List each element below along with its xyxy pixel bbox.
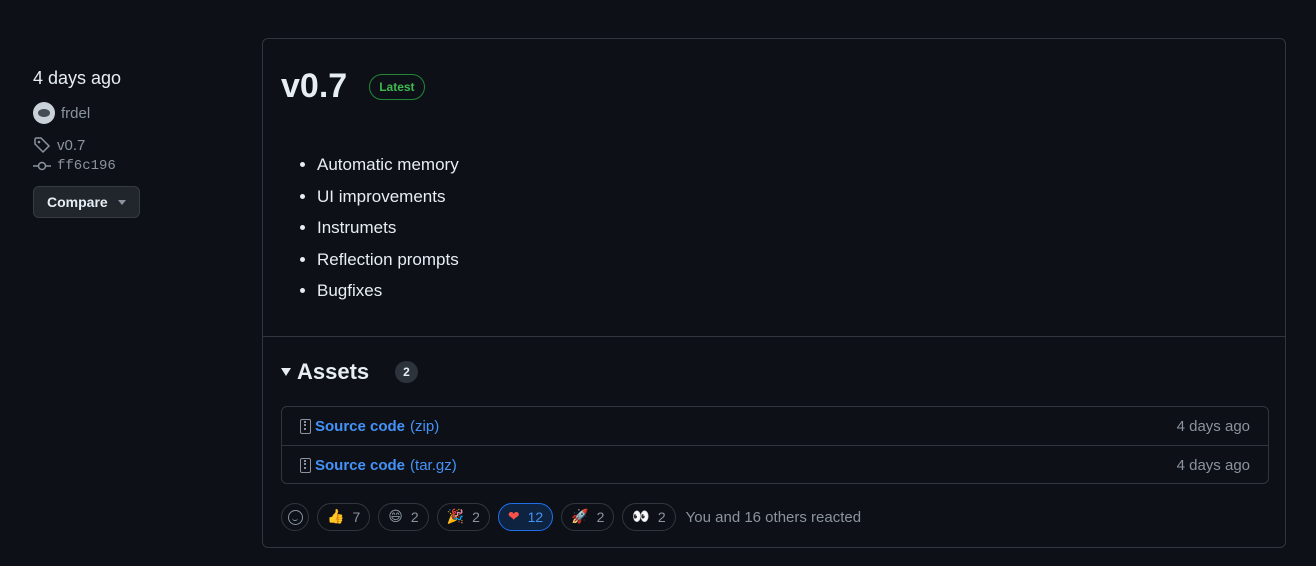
asset-ext[interactable]: (zip) [410,418,439,435]
author-name[interactable]: frdel [61,105,90,122]
reaction-count: 2 [657,509,666,525]
release-header: v0.7 Latest [281,67,425,106]
reaction-hooray[interactable]: 🎉 2 [436,503,490,531]
note-item: Reflection prompts [317,244,459,276]
asset-row[interactable]: Source code (zip) 4 days ago [282,407,1268,445]
latest-badge: Latest [369,73,425,100]
release-date: 4 days ago [33,68,122,88]
reaction-rocket[interactable]: 🚀 2 [561,503,615,531]
add-reaction-button[interactable] [281,503,309,531]
triangle-down-icon [281,368,291,376]
release-title[interactable]: v0.7 [281,67,347,106]
note-item: UI improvements [317,181,459,213]
eyes-icon: 👀 [632,509,650,525]
author-row[interactable]: frdel [33,102,233,124]
reaction-eyes[interactable]: 👀 2 [622,503,676,531]
smiley-icon [287,509,303,525]
compare-button[interactable]: Compare [33,186,140,218]
tag-icon [34,137,51,154]
asset-date: 4 days ago [1176,456,1250,474]
asset-ext[interactable]: (tar.gz) [410,457,457,474]
reactions-bar: 👍 7 😄 2 🎉 2 ❤ 12 🚀 2 👀 2 You and 16 othe… [281,503,861,531]
file-zip-icon [300,418,311,434]
assets-title: Assets [297,359,370,384]
hooray-icon: 🎉 [446,509,465,525]
reaction-laugh[interactable]: 😄 2 [378,503,429,531]
asset-link[interactable]: Source code [315,418,405,435]
reaction-count: 2 [472,509,480,525]
reaction-heart[interactable]: ❤ 12 [497,503,554,531]
asset-link[interactable]: Source code [315,457,405,474]
release-notes: Automatic memory UI improvements Instrum… [299,149,459,307]
note-item: Instrumets [317,212,459,244]
avatar[interactable] [33,102,55,124]
reaction-thumbs-up[interactable]: 👍 7 [317,503,371,531]
reaction-count: 2 [596,509,605,525]
commit-icon [33,161,51,171]
laugh-icon: 😄 [388,509,403,525]
reactions-summary: You and 16 others reacted [685,508,862,526]
note-item: Automatic memory [317,149,459,181]
commit-sha[interactable]: ff6c196 [57,158,116,174]
reaction-count: 2 [410,509,419,525]
assets-toggle[interactable]: Assets 2 [281,359,418,385]
asset-row[interactable]: Source code (tar.gz) 4 days ago [282,445,1268,484]
assets-list: Source code (zip) 4 days ago Source code… [281,406,1269,484]
reaction-count: 7 [352,509,361,525]
release-sidebar: 4 days ago frdel v0.7 ff6c196 Compare [33,68,233,218]
asset-date: 4 days ago [1176,417,1250,435]
chevron-down-icon [117,199,126,205]
release-card: v0.7 Latest Automatic memory UI improvem… [262,38,1286,548]
rocket-icon: 🚀 [571,509,589,525]
heart-icon: ❤ [507,509,520,525]
assets-count: 2 [395,361,418,383]
divider [263,336,1285,337]
tag-label[interactable]: v0.7 [57,137,85,154]
file-zip-icon [300,457,311,473]
note-item: Bugfixes [317,275,459,307]
reaction-count: 12 [527,509,544,525]
compare-label: Compare [47,194,108,210]
tag-row[interactable]: v0.7 [33,136,233,154]
commit-row[interactable]: ff6c196 [33,158,233,174]
thumbs-up-icon: 👍 [327,509,345,525]
